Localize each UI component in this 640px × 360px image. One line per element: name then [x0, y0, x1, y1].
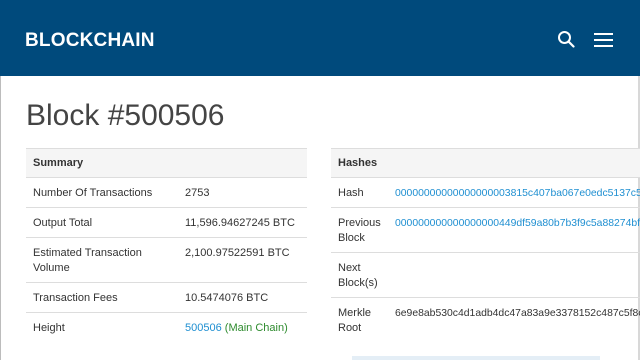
table-row: Next Block(s): [331, 252, 640, 298]
summary-heading: Summary: [26, 148, 307, 178]
main-chain-label: (Main Chain): [224, 322, 288, 334]
table-row: Estimated Transaction Volume 2,100.97522…: [26, 237, 307, 283]
bottom-panel-edge: [352, 356, 600, 360]
merkle-root-value: 6e9e8ab530c4d1adb4dc47a83a9e3378152c487c…: [388, 297, 640, 342]
row-value: 2,100.97522591 BTC: [181, 237, 307, 283]
table-row: Number Of Transactions 2753: [26, 177, 307, 208]
row-label: Previous Block: [331, 207, 388, 253]
next-block-value: [388, 252, 640, 298]
row-value: 11,596.94627245 BTC: [181, 207, 307, 238]
row-label: Estimated Transaction Volume: [26, 237, 181, 283]
height-value: 500506 (Main Chain): [181, 312, 307, 342]
page-edge-left: [0, 76, 1, 360]
summary-table: Summary Number Of Transactions 2753 Outp…: [26, 148, 307, 342]
row-value: 10.5474076 BTC: [181, 282, 307, 313]
table-row: Merkle Root 6e9e8ab530c4d1adb4dc47a83a9e…: [331, 297, 640, 342]
height-link[interactable]: 500506: [185, 322, 222, 334]
hamburger-menu-icon[interactable]: [594, 33, 613, 47]
table-row: Transaction Fees 10.5474076 BTC: [26, 282, 307, 313]
hashes-table: Hashes Hash 00000000000000000003815c407b…: [331, 148, 640, 342]
table-row: Previous Block 000000000000000000449df59…: [331, 207, 640, 253]
table-row: Height 500506 (Main Chain): [26, 312, 307, 342]
row-value: 2753: [181, 177, 307, 208]
table-row: Hash 00000000000000000003815c407ba067e0e…: [331, 177, 640, 208]
row-label: Next Block(s): [331, 252, 388, 298]
previous-block-link[interactable]: 000000000000000000449df59a80b7b3f9c5a882…: [388, 207, 640, 253]
row-label: Merkle Root: [331, 297, 388, 342]
row-label: Output Total: [26, 207, 181, 238]
brand-logo[interactable]: BLOCKCHAIN: [25, 30, 155, 52]
row-label: Transaction Fees: [26, 282, 181, 313]
row-label: Hash: [331, 177, 388, 208]
hash-link[interactable]: 00000000000000000003815c407ba067e0edc513…: [388, 177, 640, 208]
search-icon[interactable]: [557, 30, 575, 48]
table-row: Output Total 11,596.94627245 BTC: [26, 207, 307, 238]
row-label: Number Of Transactions: [26, 177, 181, 208]
hashes-heading: Hashes: [331, 148, 640, 178]
page-title: Block #500506: [26, 99, 225, 132]
top-navbar: BLOCKCHAIN: [0, 0, 640, 76]
row-label: Height: [26, 312, 181, 342]
